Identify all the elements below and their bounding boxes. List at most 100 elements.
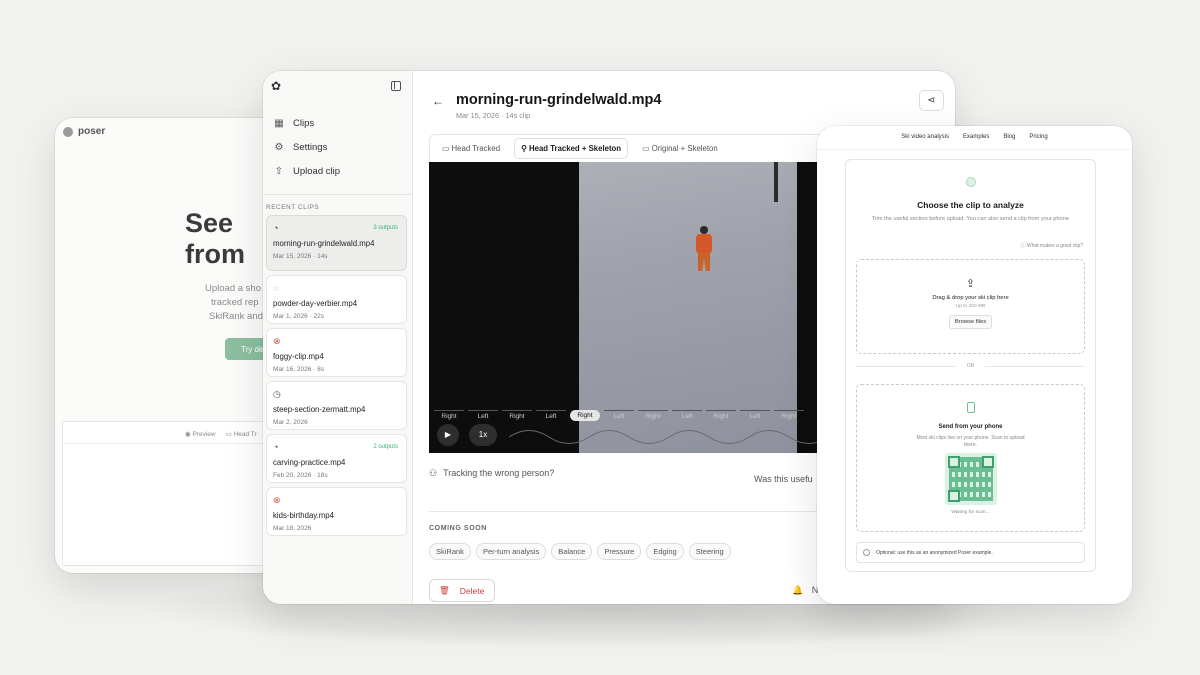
dropzone[interactable]: ⇪ Drag & drop your ski clip here Up to 2… [856, 259, 1085, 354]
hero-sub-line-3: SkiRank and [209, 311, 263, 322]
play-button[interactable]: ▶ [437, 424, 459, 446]
hero-title: See from [185, 208, 245, 270]
turn-marker[interactable]: Left [468, 410, 498, 421]
head-tracked-tab[interactable]: ▭ Head Tr [226, 430, 257, 443]
skier-legs [698, 253, 710, 271]
poser-logo-icon [63, 126, 73, 137]
hero-line-1: See [185, 208, 234, 238]
skier-body [696, 234, 712, 254]
tracking-wrong-link[interactable]: ⚇ Tracking the wrong person? [429, 468, 554, 479]
back-arrow-icon[interactable]: ← [432, 94, 444, 108]
pending-status-icon: ◷ [273, 389, 281, 399]
clip-meta: Mar 15, 2026 · 14s clip [456, 111, 531, 120]
turn-marker[interactable]: Left [604, 410, 634, 421]
section-divider [429, 511, 849, 512]
qr-corner [947, 456, 960, 468]
turn-marker[interactable]: Right [434, 410, 464, 421]
tracking-wrong-label: Tracking the wrong person? [443, 468, 555, 478]
sidebar-item-label: Settings [293, 141, 328, 153]
sidebar-item-clips[interactable]: ▦ Clips [273, 111, 412, 135]
turn-marker[interactable]: Right [502, 410, 532, 421]
preview-tab[interactable]: ◉ Preview [185, 430, 216, 443]
nav-link[interactable]: Examples [963, 134, 989, 149]
list-item[interactable]: ◷ steep-section-zermatt.mp4 Mar 2, 2026 [266, 381, 407, 430]
notify-toggle[interactable]: 🔔 N [792, 585, 818, 596]
delete-button[interactable]: 🗑 Delete [429, 579, 495, 602]
radio-button[interactable] [863, 549, 870, 556]
qr-code[interactable] [944, 453, 997, 505]
collapse-sidebar-icon[interactable] [391, 81, 401, 91]
upload-icon: ⇪ [965, 278, 976, 290]
hero-subtitle: Upload a sho tracked rep SkiRank and [205, 282, 263, 324]
turn-marker[interactable]: Left [672, 410, 702, 421]
upload-page-device: Ski video analysis Examples Blog Pricing Ch… [817, 126, 1132, 604]
turn-marker[interactable]: Right [570, 410, 600, 421]
sidebar-item-settings[interactable]: ⚙ Settings [273, 135, 412, 159]
page-title: morning-run-grindelwald.mp4 [456, 92, 662, 108]
list-item[interactable]: ⊗ kids-birthday.mp4 Mar 18, 2026 [266, 487, 407, 536]
app-logo-icon: ✿ [271, 79, 282, 93]
clip-name: kids-birthday.mp4 [273, 511, 334, 520]
tab-view-2[interactable]: ▭ Original + Skeleton [636, 139, 724, 158]
anonymized-example-option[interactable]: Optional: use this as an anonymized Pose… [856, 542, 1085, 563]
play-icon: ▶ [444, 430, 452, 439]
browse-files-button[interactable]: Browse files [948, 315, 993, 329]
outputs-badge: 2 outputs [373, 444, 398, 450]
clip-meta: Mar 15, 2026 · 14s [273, 253, 328, 260]
top-nav: Ski video analysis Examples Blog Pricing [817, 126, 1132, 150]
nav-link[interactable]: Ski video analysis [901, 134, 949, 149]
coming-soon-chips: SkiRank Per-turn analysis Balance Pressure E… [429, 543, 731, 560]
video-player[interactable]: Right Left Right Left Right Left Right Left Righ… [429, 162, 839, 453]
turn-marker[interactable]: Right [706, 410, 736, 421]
bell-icon: 🔔 [792, 585, 804, 595]
motion-waveform [509, 430, 830, 444]
video-icon: ▭ [642, 144, 652, 153]
tab-view-0[interactable]: ▭ Head Tracked [436, 139, 506, 158]
coming-soon-title: COMING SOON [429, 525, 487, 532]
loading-status-icon: ◌ [273, 283, 279, 293]
speed-button[interactable]: 1x [469, 424, 497, 446]
option-label: Optional: use this as an anonymized Pose… [876, 549, 993, 556]
clip-meta: Feb 20, 2026 · 18s [273, 472, 328, 479]
sidebar-header: ✿ [263, 71, 412, 101]
phone-description: Most ski clips live on your phone. Scan … [916, 435, 1025, 448]
hero-sub-line-2: tracked rep [211, 297, 259, 308]
nav-link[interactable]: Blog [1003, 134, 1015, 149]
hero-line-2: from [185, 239, 245, 269]
or-divider: OR [856, 363, 1085, 369]
status-dot-icon [966, 177, 976, 187]
coming-soon-chip: Per-turn analysis [475, 543, 547, 560]
turn-timeline: Right Left Right Left Right Left Right Left Righ… [434, 410, 804, 421]
phone-icon [966, 402, 975, 413]
tab-label: Head Tracked + Skeleton [528, 144, 622, 153]
clip-name: steep-section-zermatt.mp4 [273, 405, 366, 414]
coming-soon-chip: Pressure [597, 543, 642, 560]
good-clip-help-link[interactable]: ⓘ What makes a good clip? [1020, 242, 1083, 249]
coming-soon-chip: Steering [688, 543, 731, 560]
clip-name: powder-day-verbier.mp4 [273, 299, 358, 308]
feedback-prompt: Was this usefu [754, 474, 813, 484]
phone-title: Send from your phone [938, 424, 1003, 430]
turn-marker[interactable]: Left [740, 410, 770, 421]
sidebar: ✿ ▦ Clips ⚙ Settings ⇧ Upload clip RECEN… [263, 71, 413, 604]
turn-marker[interactable]: Left [536, 410, 566, 421]
share-button[interactable]: ⋖ [919, 90, 944, 111]
outputs-badge: 3 outputs [373, 225, 398, 231]
hero-sub-line-1: Upload a sho [205, 283, 261, 294]
sidebar-item-upload[interactable]: ⇧ Upload clip [273, 159, 412, 183]
nav-link[interactable]: Pricing [1029, 134, 1047, 149]
list-item[interactable]: ◌ powder-day-verbier.mp4 Mar 1, 2026 · 22s [266, 275, 407, 324]
phone-upload-box: Send from your phone Most ski clips live… [856, 384, 1085, 532]
turn-marker[interactable]: Right [638, 410, 668, 421]
clip-name: foggy-clip.mp4 [273, 352, 324, 361]
dropzone-limit: Up to 200 MB [955, 304, 986, 309]
list-item[interactable]: ◔ morning-run-grindelwald.mp4 Mar 15, 2026… [266, 215, 407, 271]
upload-card: Choose the clip to analyze Trim the usef… [845, 159, 1096, 572]
tab-view-1[interactable]: ⚲ Head Tracked + Skeleton [514, 138, 629, 159]
skier-head [700, 226, 708, 234]
brand-name: poser [78, 126, 106, 137]
list-item[interactable]: ⊗ foggy-clip.mp4 Mar 16, 2026 · 8s [266, 328, 407, 377]
list-item[interactable]: ◔ carving-practice.mp4 Feb 20, 2026 · 18s 2… [266, 434, 407, 483]
clip-meta: Mar 18, 2026 [273, 525, 312, 532]
turn-marker[interactable]: Right [774, 410, 804, 421]
